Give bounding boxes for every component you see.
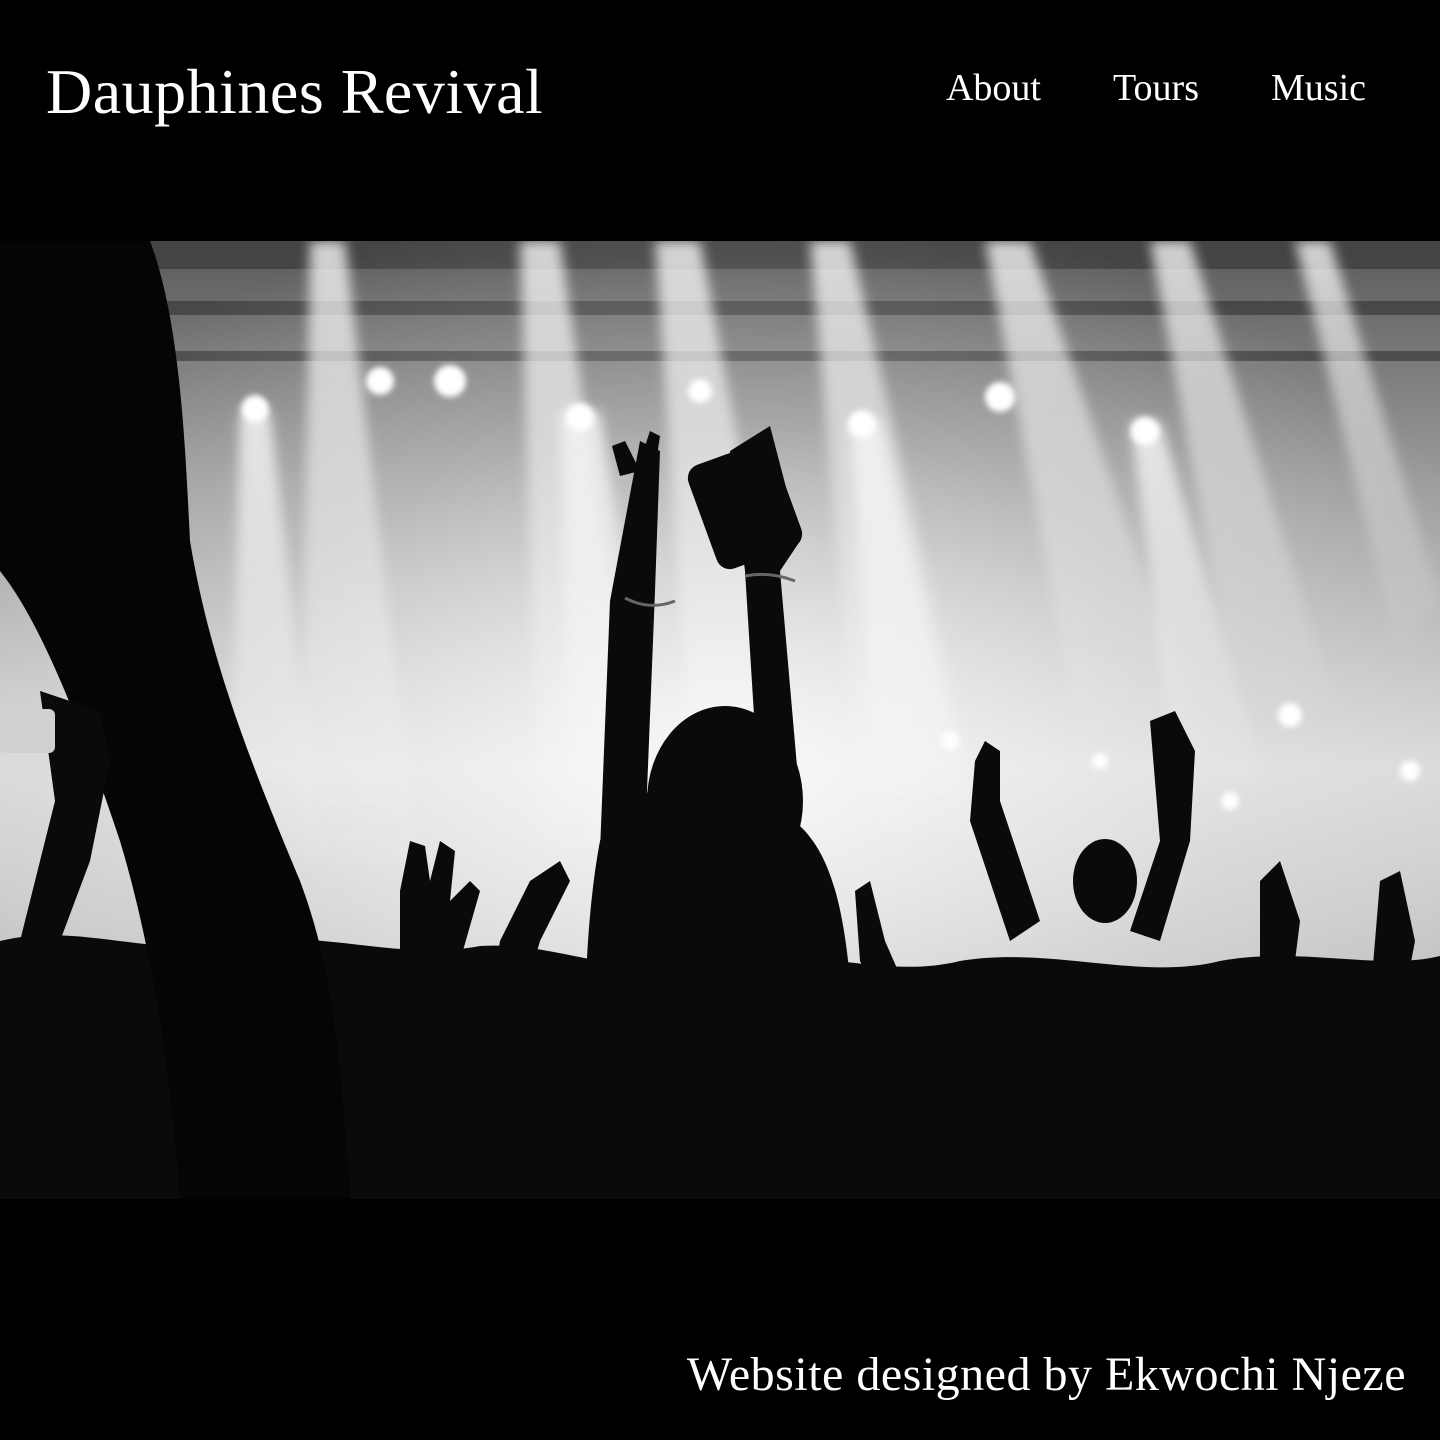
- nav-link-tours[interactable]: Tours: [1113, 64, 1199, 112]
- designer-credit: Website designed by Ekwochi Njeze: [686, 1348, 1406, 1401]
- concert-crowd-photo: [0, 241, 1440, 1199]
- nav-link-music[interactable]: Music: [1271, 64, 1366, 112]
- hero-image: [0, 241, 1440, 1199]
- main-nav: About Tours Music: [946, 64, 1366, 112]
- nav-link-about[interactable]: About: [946, 64, 1041, 112]
- site-footer: Website designed by Ekwochi Njeze: [0, 1199, 1440, 1440]
- site-title[interactable]: Dauphines Revival: [46, 52, 543, 132]
- site-header: Dauphines Revival About Tours Music: [0, 0, 1440, 240]
